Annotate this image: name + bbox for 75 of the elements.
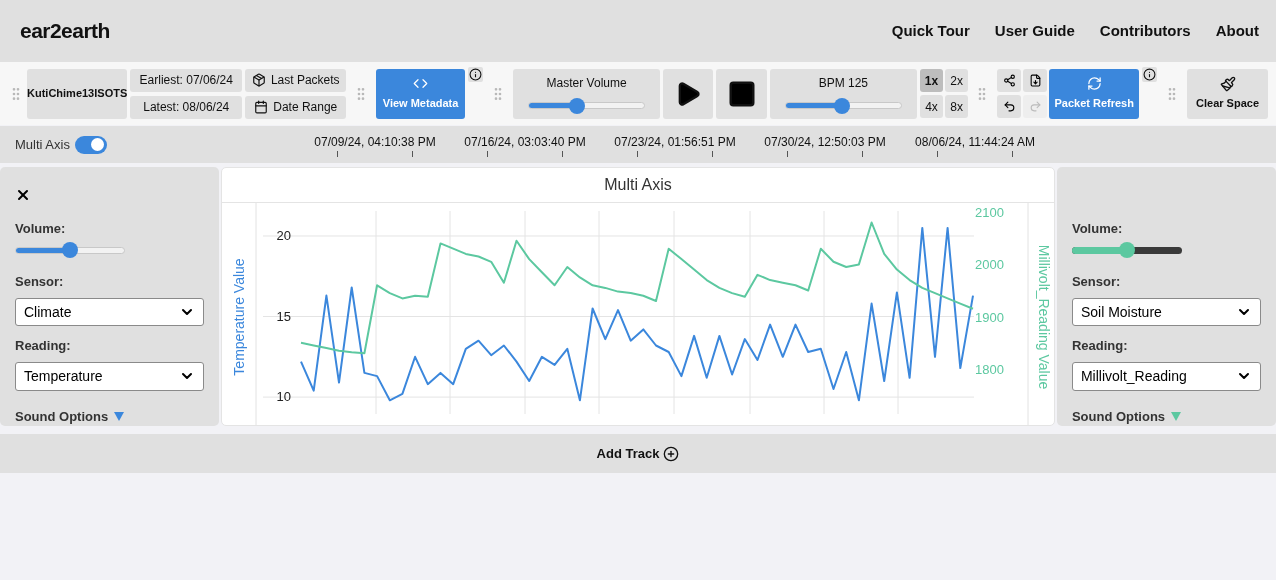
- date-label: Earliest: 07/06/24: [130, 68, 243, 92]
- sound-options-toggle[interactable]: Sound Options: [15, 406, 109, 426]
- logo[interactable]: ear2earth: [20, 15, 110, 47]
- axis-tick-label: 1900: [975, 309, 1004, 325]
- nav-link[interactable]: About: [1215, 19, 1259, 43]
- control-label: Master Volume: [546, 74, 627, 92]
- chart-title: Multi Axis: [604, 175, 672, 195]
- control-label: BPM 125: [818, 74, 868, 92]
- axis-tick-label: 15: [276, 308, 292, 324]
- speed-button[interactable]: 1x: [920, 69, 944, 92]
- dropdown[interactable]: Millivolt_Reading: [1071, 361, 1261, 391]
- plus-circle-icon: [663, 445, 680, 462]
- timestamp: 07/09/24, 04:10:38 PM: [314, 133, 436, 151]
- timestamp: 08/06/24, 11:44:24 AM: [915, 133, 1035, 151]
- field-label: Sensor:: [15, 273, 65, 292]
- info-icon[interactable]: [467, 67, 483, 82]
- date-range-button[interactable]: Date Range: [245, 95, 347, 119]
- download-icon: [1028, 74, 1042, 87]
- triangle-icon[interactable]: [114, 411, 125, 421]
- speed-button[interactable]: 8x: [945, 95, 969, 118]
- stop-button[interactable]: [716, 68, 767, 119]
- timestamp: 07/23/24, 01:56:51 PM: [614, 133, 736, 151]
- download-button[interactable]: [1023, 69, 1048, 92]
- play-button[interactable]: [663, 68, 714, 119]
- sound-options-toggle[interactable]: Sound Options: [1071, 406, 1166, 426]
- axis-tick-label: 2000: [975, 257, 1004, 273]
- last-packets-button[interactable]: Last Packets: [245, 68, 347, 92]
- add-track-button[interactable]: Add Track: [0, 434, 1276, 473]
- close-icon[interactable]: [15, 187, 31, 203]
- dropdown[interactable]: Temperature: [15, 361, 205, 391]
- slider[interactable]: [784, 97, 902, 114]
- slider[interactable]: [1071, 242, 1182, 259]
- slider[interactable]: [528, 97, 646, 114]
- undo-button[interactable]: [997, 95, 1022, 118]
- dropdown[interactable]: Soil Moisture: [1071, 297, 1261, 327]
- toggle-label: Multi Axis: [15, 135, 71, 154]
- slider-thumb[interactable]: [569, 97, 586, 114]
- slider-thumb[interactable]: [834, 97, 851, 114]
- axis-title: Millivolt_Reading Value: [1036, 244, 1053, 390]
- share-button[interactable]: [997, 69, 1022, 92]
- axis-tick-label: 1800: [975, 362, 1004, 377]
- dropdown[interactable]: Climate: [15, 297, 205, 327]
- slider-thumb[interactable]: [1118, 242, 1135, 259]
- field-label: Reading:: [1071, 337, 1129, 356]
- field-label: Volume:: [15, 219, 67, 238]
- box-icon: [251, 73, 266, 87]
- axis-tick-label: 2100: [975, 205, 1004, 221]
- clear-space-button[interactable]: Clear Space: [1187, 68, 1268, 119]
- speed-button[interactable]: 4x: [920, 95, 944, 118]
- nav-link[interactable]: User Guide: [994, 19, 1075, 43]
- field-label: Sensor:: [1071, 273, 1122, 292]
- nav-link[interactable]: Contributors: [1099, 19, 1191, 43]
- timestamp: 07/30/24, 12:50:03 PM: [764, 133, 886, 151]
- multi-axis-toggle[interactable]: [75, 135, 107, 154]
- packet-refresh-button[interactable]: Packet Refresh: [1049, 68, 1140, 119]
- info-icon[interactable]: [1142, 67, 1158, 82]
- field-label: Reading:: [15, 337, 72, 356]
- slider-thumb[interactable]: [62, 242, 78, 259]
- axis-tick-label: 10: [276, 389, 292, 405]
- speed-button[interactable]: 2x: [945, 69, 969, 92]
- redo-icon: [1028, 100, 1042, 113]
- undo-icon: [1002, 100, 1016, 113]
- date-label: Latest: 08/06/24: [130, 95, 243, 119]
- refresh-icon: [1086, 75, 1102, 91]
- nav-link[interactable]: Quick Tour: [891, 19, 970, 43]
- brush-icon: [1219, 75, 1236, 92]
- share-icon: [1002, 74, 1016, 87]
- timestamp: 07/16/24, 03:03:40 PM: [464, 133, 586, 151]
- view-metadata-button[interactable]: View Metadata: [376, 68, 465, 119]
- slider[interactable]: [15, 242, 125, 259]
- device-name: KutiChime13ISOTS: [27, 68, 128, 119]
- axis-title: Temperature Value: [231, 258, 248, 376]
- field-label: Volume:: [1071, 219, 1124, 238]
- calendar-icon: [254, 100, 269, 114]
- axis-tick-label: 20: [276, 227, 292, 243]
